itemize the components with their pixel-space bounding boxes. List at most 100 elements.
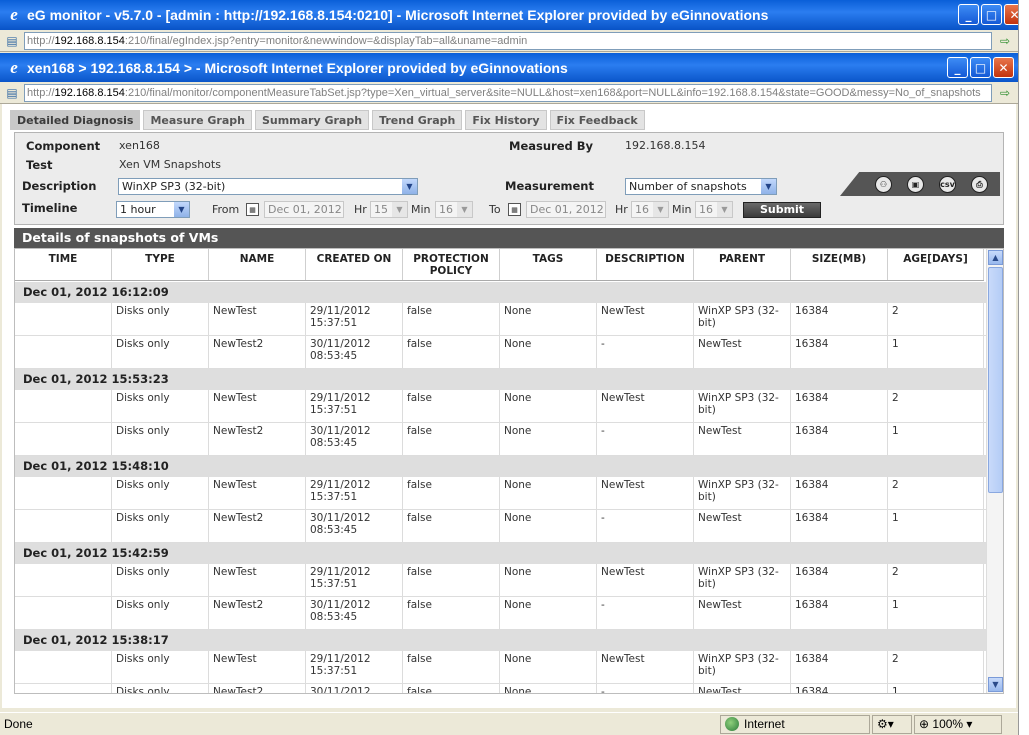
column-header[interactable]: TIME	[15, 249, 112, 280]
tab-trend-graph[interactable]: Trend Graph	[372, 110, 463, 130]
component-label: Component	[26, 139, 101, 153]
to-label: To	[489, 203, 501, 216]
go-icon[interactable]: ⇨	[996, 32, 1014, 50]
outer-window-titlebar[interactable]: e eG monitor - v5.7.0 - [admin : http://…	[0, 0, 1029, 30]
type-cell: Disks only	[112, 564, 209, 596]
parent-cell: NewTest	[694, 597, 791, 629]
submit-button[interactable]: Submit	[743, 202, 821, 218]
calendar-icon[interactable]: ▦	[508, 203, 521, 216]
outer-url-field[interactable]: http://192.168.8.154:210/final/egIndex.j…	[24, 31, 992, 50]
parent-cell: NewTest	[694, 510, 791, 542]
scroll-down-icon[interactable]: ▼	[988, 677, 1003, 692]
print-icon[interactable]: ⎙	[971, 176, 988, 193]
table-row: Disks only NewTest2 30/11/2012 08:53:45 fal…	[15, 510, 986, 543]
name-cell: NewTest	[209, 564, 306, 596]
type-cell: Disks only	[112, 597, 209, 629]
group-time-header: Dec 01, 2012 15:42:59	[15, 543, 986, 564]
from-hour-select[interactable]: 15 ▼	[370, 201, 408, 218]
policy-cell: false	[403, 303, 500, 335]
inner-url-field[interactable]: http://192.168.8.154:210/final/monitor/c…	[24, 83, 992, 102]
size-cell: 16384	[791, 597, 888, 629]
parent-cell: WinXP SP3 (32-bit)	[694, 477, 791, 509]
from-min-select[interactable]: 16 ▼	[435, 201, 473, 218]
column-header[interactable]: DESCRIPTION	[597, 249, 694, 280]
description-select[interactable]: WinXP SP3 (32-bit) ▼	[118, 178, 418, 195]
table-row: Disks only NewTest 29/11/2012 15:37:51 fals…	[15, 477, 986, 510]
age-cell: 2	[888, 477, 984, 509]
created-cell: 29/11/2012 15:37:51	[306, 477, 403, 509]
type-cell: Disks only	[112, 336, 209, 368]
table-row: Disks only NewTest 29/11/2012 15:37:51 fals…	[15, 390, 986, 423]
protected-mode-icon[interactable]: ⚙▾	[872, 714, 912, 734]
type-cell: Disks only	[112, 477, 209, 509]
name-cell: NewTest2	[209, 510, 306, 542]
column-header[interactable]: TAGS	[500, 249, 597, 280]
chevron-down-icon: ▼	[653, 202, 668, 217]
created-cell: 30/11/2012 08:53:45	[306, 510, 403, 542]
timeline-select[interactable]: 1 hour ▼	[116, 201, 190, 218]
status-text: Done	[4, 717, 33, 731]
tab-fix-history[interactable]: Fix History	[465, 110, 547, 130]
policy-cell: false	[403, 510, 500, 542]
outer-window-title: eG monitor - v5.7.0 - [admin : http://19…	[27, 7, 769, 23]
measured-by-value: 192.168.8.154	[625, 139, 706, 152]
measurement-select[interactable]: Number of snapshots ▼	[625, 178, 777, 195]
tab-fix-feedback[interactable]: Fix Feedback	[549, 110, 645, 130]
time-cell	[15, 336, 112, 368]
maximize-button[interactable]: □	[970, 57, 991, 78]
created-cell: 30/11/2012 08:53:45	[306, 423, 403, 455]
column-header[interactable]: AGE[DAYS]	[888, 249, 984, 280]
group-time-header: Dec 01, 2012 15:48:10	[15, 456, 986, 477]
ie-logo-icon: e	[10, 58, 18, 77]
vertical-scrollbar[interactable]: ▲ ▼	[986, 249, 1003, 693]
tab-summary-graph[interactable]: Summary Graph	[254, 110, 370, 130]
measurement-label: Measurement	[505, 179, 594, 193]
binoculars-icon[interactable]: ⚇	[875, 176, 892, 193]
time-cell	[15, 390, 112, 422]
description-cell: -	[597, 510, 694, 542]
parent-cell: NewTest	[694, 336, 791, 368]
pdf-icon[interactable]: ▣	[907, 176, 924, 193]
to-hour-select[interactable]: 16 ▼	[631, 201, 669, 218]
zoom-control[interactable]: ⊕ 100% ▾	[914, 714, 1002, 734]
close-button[interactable]: ✕	[993, 57, 1014, 78]
parent-cell: WinXP SP3 (32-bit)	[694, 651, 791, 683]
test-label: Test	[26, 158, 53, 172]
size-cell: 16384	[791, 651, 888, 683]
to-date-field[interactable]: Dec 01, 2012	[526, 201, 606, 218]
column-header[interactable]: NAME	[209, 249, 306, 280]
tags-cell: None	[500, 510, 597, 542]
name-cell: NewTest	[209, 651, 306, 683]
age-cell: 1	[888, 423, 984, 455]
column-header[interactable]: PARENT	[694, 249, 791, 280]
calendar-icon[interactable]: ▦	[246, 203, 259, 216]
name-cell: NewTest2	[209, 423, 306, 455]
tab-detailed-diagnosis[interactable]: Detailed Diagnosis	[10, 110, 141, 130]
from-date-field[interactable]: Dec 01, 2012	[264, 201, 344, 218]
minimize-button[interactable]: _	[958, 4, 979, 25]
age-cell: 1	[888, 510, 984, 542]
column-header[interactable]: CREATED ON	[306, 249, 403, 280]
description-label: Description	[22, 179, 97, 193]
chevron-down-icon: ▼	[392, 202, 407, 217]
scroll-up-icon[interactable]: ▲	[988, 250, 1003, 265]
to-min-select[interactable]: 16 ▼	[695, 201, 733, 218]
description-cell: NewTest	[597, 390, 694, 422]
description-cell: -	[597, 684, 694, 693]
scroll-thumb[interactable]	[988, 267, 1003, 493]
parent-cell: WinXP SP3 (32-bit)	[694, 564, 791, 596]
table-row: Disks only NewTest 29/11/2012 15:37:51 fals…	[15, 303, 986, 336]
minimize-button[interactable]: _	[947, 57, 968, 78]
go-icon[interactable]: ⇨	[996, 84, 1014, 102]
name-cell: NewTest	[209, 303, 306, 335]
inner-window-titlebar[interactable]: e xen168 > 192.168.8.154 > - Microsoft I…	[0, 53, 1018, 83]
column-header[interactable]: PROTECTION POLICY	[403, 249, 500, 280]
created-cell: 29/11/2012 15:37:51	[306, 303, 403, 335]
tags-cell: None	[500, 597, 597, 629]
maximize-button[interactable]: □	[981, 4, 1002, 25]
column-header[interactable]: SIZE(MB)	[791, 249, 888, 280]
column-header[interactable]: TYPE	[112, 249, 209, 280]
tab-measure-graph[interactable]: Measure Graph	[143, 110, 252, 130]
csv-icon[interactable]: csv	[939, 176, 956, 193]
policy-cell: false	[403, 477, 500, 509]
